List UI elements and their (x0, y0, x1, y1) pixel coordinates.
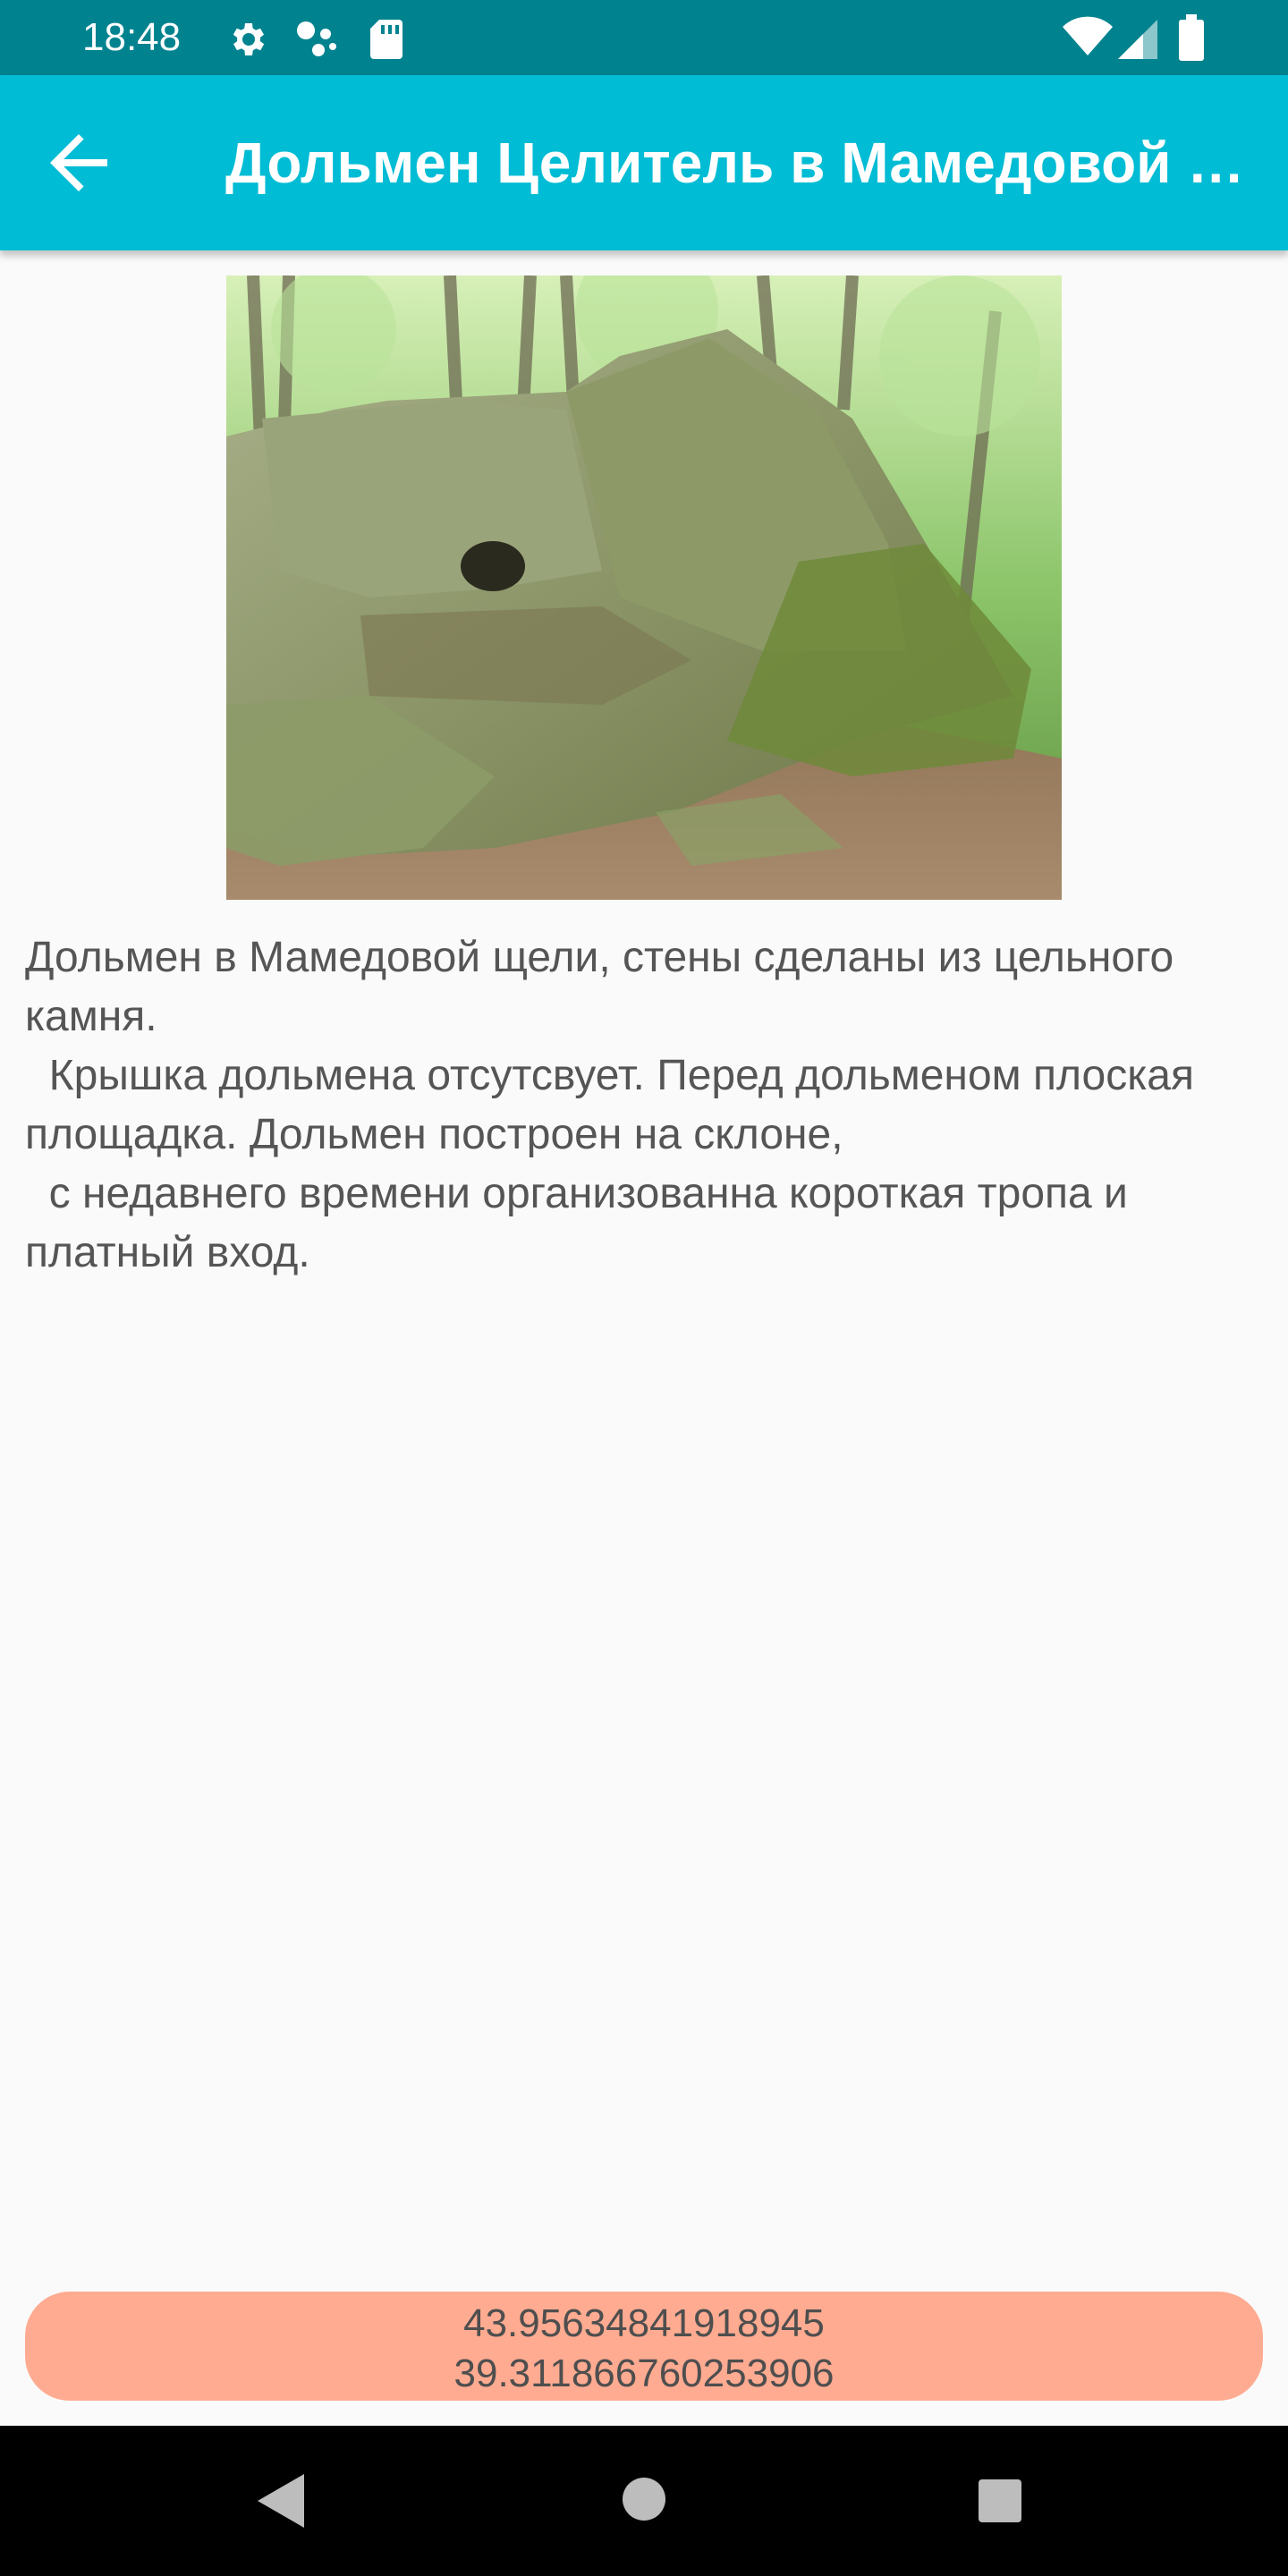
sd-card-icon (370, 20, 402, 59)
gear-icon (233, 23, 265, 55)
app-bar: Дольмен Целитель в Мамедовой щели (0, 75, 1288, 250)
longitude-value: 39.311866760253906 (453, 2351, 835, 2395)
arrow-back-icon[interactable] (36, 120, 122, 206)
back-triangle-icon[interactable] (254, 2470, 311, 2531)
recents-square-icon[interactable] (977, 2478, 1023, 2524)
home-circle-icon[interactable] (621, 2476, 667, 2522)
navigation-bar (0, 2426, 1288, 2576)
page-title: Дольмен Целитель в Мамедовой щели (225, 131, 1263, 195)
latitude-value: 43.95634841918945 (463, 2301, 825, 2345)
status-bar: 18:48 (0, 0, 1288, 75)
signal-icon (1118, 20, 1157, 59)
wifi-icon (1063, 16, 1113, 56)
coordinates-badge[interactable]: 43.95634841918945 39.311866760253906 (25, 2292, 1263, 2401)
assistant-dots-icon (297, 21, 336, 56)
battery-icon (1179, 14, 1204, 61)
status-time: 18:48 (82, 15, 182, 59)
description-text: Дольмен в Мамедовой щели, стены сделаны … (25, 934, 1194, 1276)
dolmen-photo (226, 275, 1062, 900)
